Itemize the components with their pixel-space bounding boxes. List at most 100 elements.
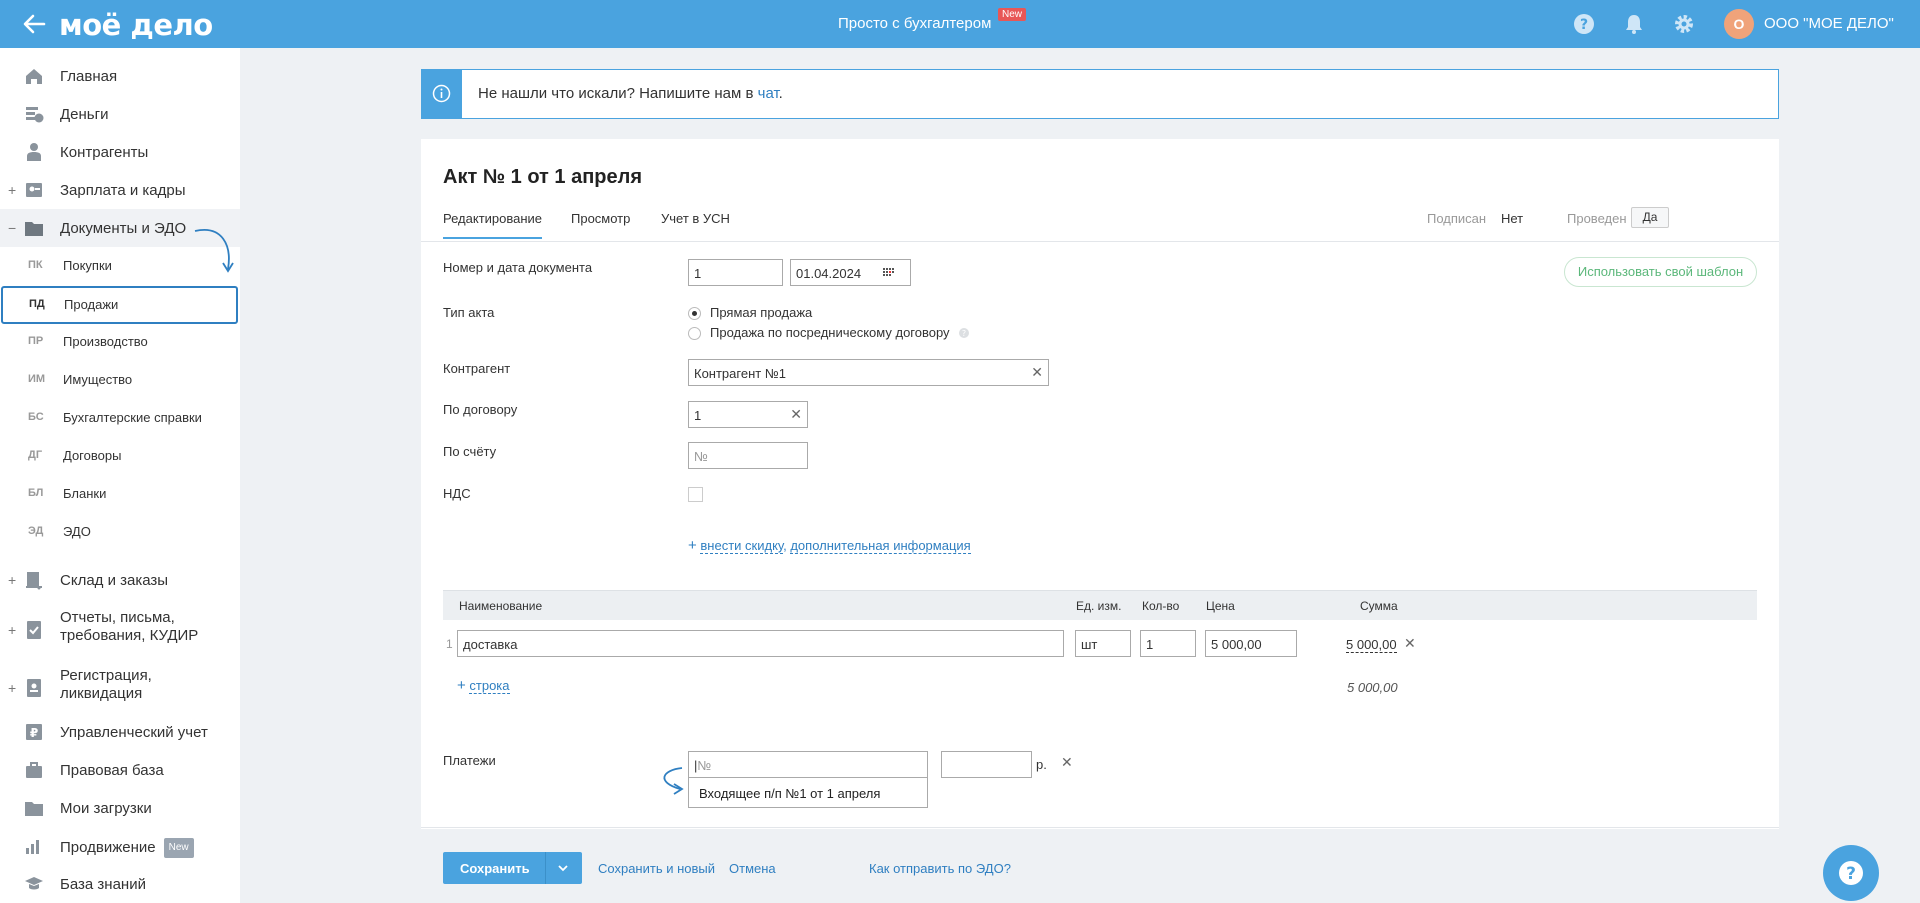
item-price-input[interactable]: 5 000,00 [1205, 630, 1297, 657]
help-icon[interactable]: ? [1573, 13, 1595, 35]
new-badge: New [998, 8, 1027, 21]
col-price: Цена [1206, 599, 1235, 613]
plus-icon: + [457, 677, 466, 694]
item-name-input[interactable]: доставка [457, 630, 1064, 657]
sidebar-subitem-accounting-notes[interactable]: БС Бухгалтерские справки [0, 399, 240, 437]
sidebar-subitem-sales[interactable]: ПД Продажи [1, 286, 238, 324]
contractor-input[interactable]: Контрагент №1 ✕ [688, 359, 1049, 386]
signed-toggle[interactable]: Нет [1501, 211, 1523, 226]
sidebar-subitem-contracts[interactable]: ДГ Договоры [0, 437, 240, 475]
expand-icon[interactable]: + [8, 572, 20, 588]
discount-link[interactable]: внести скидку [700, 538, 784, 554]
reports-icon [27, 621, 41, 639]
sidebar-subitem-production[interactable]: ПР Производство [0, 323, 240, 361]
sub-abbr: БЛ [28, 487, 44, 499]
sidebar-item-label: Мои загрузки [60, 800, 152, 817]
sidebar-item-knowledge[interactable]: База знаний [0, 865, 240, 903]
gear-icon[interactable] [1673, 13, 1695, 35]
tariff-title[interactable]: Просто с бухгалтером [838, 15, 991, 32]
item-sum[interactable]: 5 000,00 [1346, 637, 1397, 653]
help-chat-button[interactable]: ? [1823, 845, 1879, 901]
tab-usn[interactable]: Учет в УСН [661, 211, 730, 226]
svg-text:₽: ₽ [30, 726, 38, 740]
remove-row-icon[interactable]: ✕ [1404, 635, 1416, 652]
sidebar-item-label: Правовая база [60, 762, 164, 779]
expand-icon[interactable]: + [8, 622, 20, 638]
invoice-input[interactable]: № [688, 442, 808, 469]
col-unit: Ед. изм. [1076, 599, 1122, 613]
sidebar-item-downloads[interactable]: Мои загрузки [0, 789, 240, 827]
sub-label: ЭДО [63, 524, 91, 539]
payment-amount-input[interactable] [941, 751, 1032, 778]
additional-info-link[interactable]: дополнительная информация [790, 538, 971, 554]
sidebar-item-management[interactable]: ₽ Управленческий учет [0, 713, 240, 751]
chat-link[interactable]: чат [758, 85, 779, 102]
save-button[interactable]: Сохранить [443, 852, 582, 884]
document-date-input[interactable]: 01.04.2024 [790, 259, 911, 286]
clear-icon[interactable]: ✕ [790, 406, 802, 423]
add-row[interactable]: + строка [457, 677, 510, 694]
radio-direct-sale-label[interactable]: Прямая продажа [710, 305, 812, 320]
hint-icon[interactable]: ? [958, 327, 970, 339]
radio-direct-sale[interactable] [688, 307, 701, 320]
sidebar-item-legal[interactable]: Правовая база [0, 751, 240, 789]
avatar[interactable]: О [1724, 9, 1754, 39]
table-total: 5 000,00 [1347, 680, 1398, 695]
sidebar-item-registration[interactable]: + Регистрация, ликвидация [0, 665, 240, 711]
radio-agency-sale[interactable] [688, 327, 701, 340]
sidebar-item-label: Документы и ЭДО [60, 220, 187, 237]
logo[interactable]: моё дело [59, 8, 213, 42]
sidebar-subitem-forms[interactable]: БЛ Бланки [0, 475, 240, 513]
sidebar-item-salary[interactable]: + Зарплата и кадры [0, 171, 240, 209]
vat-checkbox[interactable] [688, 487, 703, 502]
currency-label: р. [1036, 757, 1047, 772]
sidebar-subitem-edo[interactable]: ЭД ЭДО [0, 513, 240, 551]
sidebar-item-warehouse[interactable]: + Склад и заказы [0, 561, 240, 599]
payment-number-input[interactable]: |№ [688, 751, 928, 778]
contract-label: По договору [443, 402, 518, 417]
items-table-header: Наименование Ед. изм. Кол-во Цена Сумма [443, 590, 1757, 620]
warehouse-icon [26, 572, 42, 590]
tab-view[interactable]: Просмотр [571, 211, 630, 226]
back-arrow-icon[interactable] [20, 10, 48, 38]
expand-icon[interactable]: + [8, 182, 20, 198]
sidebar-item-home[interactable]: Главная [0, 57, 240, 95]
contract-input[interactable]: 1 ✕ [688, 401, 808, 428]
chevron-down-icon[interactable] [556, 861, 570, 875]
number-date-label: Номер и дата документа [443, 260, 593, 275]
plus-icon: + [688, 537, 697, 554]
sidebar-item-money[interactable]: Деньги [0, 95, 240, 133]
organization-name[interactable]: ООО "МОЕ ДЕЛО" [1764, 15, 1894, 32]
sidebar-item-reports[interactable]: + Отчеты, письма, требования, КУДИР [0, 607, 240, 653]
item-unit-input[interactable]: шт [1075, 630, 1131, 657]
input-value: 01.04.2024 [796, 266, 862, 281]
input-value: 5 000,00 [1211, 637, 1262, 652]
clear-icon[interactable]: ✕ [1031, 364, 1043, 381]
sidebar-item-contractors[interactable]: Контрагенты [0, 133, 240, 171]
label-text: Продвижение [60, 839, 156, 856]
sidebar-subitem-property[interactable]: ИМ Имущество [0, 361, 240, 399]
collapse-icon[interactable]: − [8, 220, 20, 236]
use-template-button[interactable]: Использовать свой шаблон [1564, 257, 1757, 287]
add-row-link[interactable]: строка [469, 678, 510, 694]
item-qty-input[interactable]: 1 [1140, 630, 1196, 657]
remove-payment-icon[interactable]: ✕ [1061, 754, 1073, 771]
sidebar-subitem-purchases[interactable]: ПК Покупки [0, 247, 240, 285]
input-placeholder: № [697, 758, 712, 773]
cancel-link[interactable]: Отмена [729, 861, 776, 876]
sub-abbr: ПР [28, 335, 44, 347]
save-and-new-link[interactable]: Сохранить и новый [598, 861, 715, 876]
bell-icon[interactable] [1623, 13, 1645, 35]
document-number-input[interactable]: 1 [688, 259, 783, 286]
folder-icon [25, 802, 43, 816]
calendar-icon[interactable] [883, 268, 894, 277]
tab-edit[interactable]: Редактирование [443, 211, 543, 239]
payment-dropdown-option[interactable]: Входящее п/п №1 от 1 апреля [688, 777, 928, 808]
posted-toggle[interactable]: Да [1631, 207, 1669, 228]
radio-agency-sale-label[interactable]: Продажа по посредническому договору [710, 325, 950, 340]
sidebar-item-promotion[interactable]: Продвижение New [0, 827, 240, 865]
edo-help-link[interactable]: Как отправить по ЭДО? [869, 861, 1011, 876]
expand-icon[interactable]: + [8, 680, 20, 696]
sub-label: Покупки [63, 258, 112, 273]
page-title: Акт № 1 от 1 апреля [443, 166, 643, 188]
